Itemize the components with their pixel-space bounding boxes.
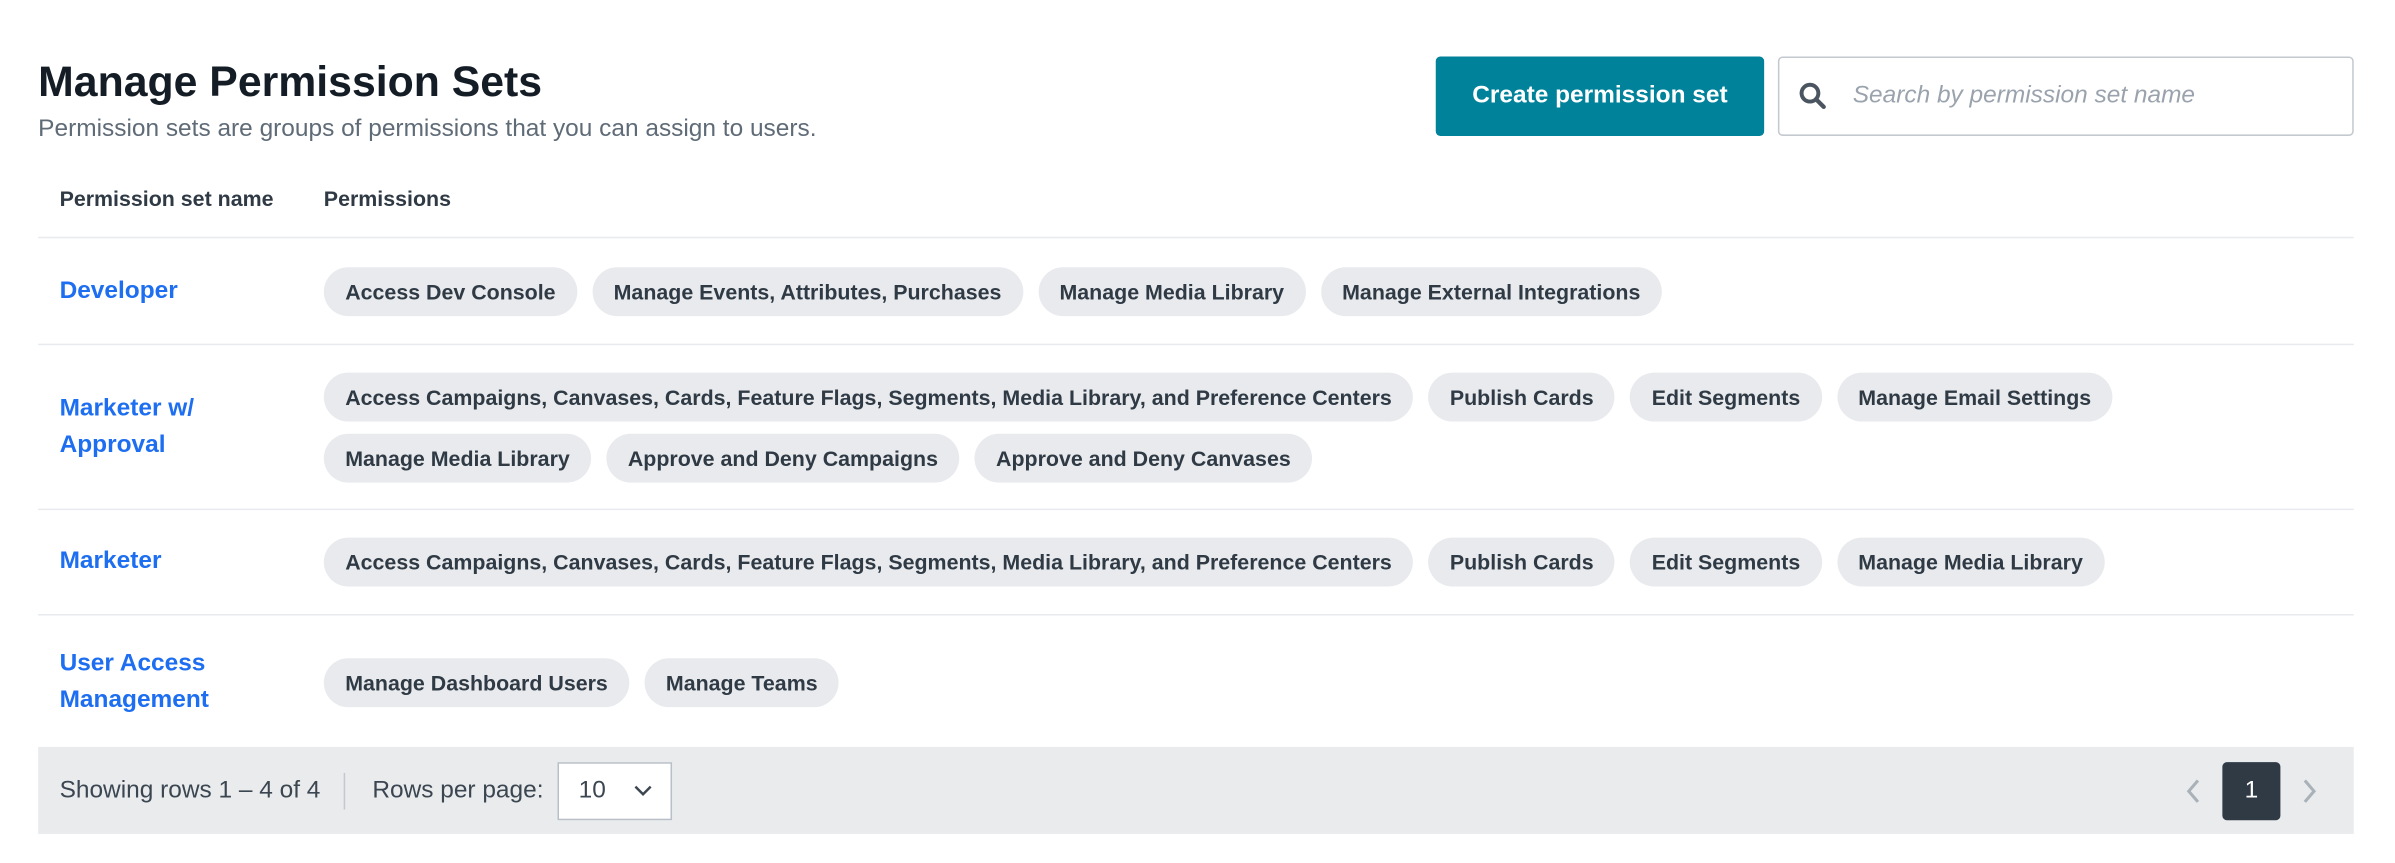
name-cell: User Access Management bbox=[38, 645, 324, 718]
search-input[interactable] bbox=[1849, 80, 2315, 112]
permission-set-link[interactable]: User Access Management bbox=[60, 645, 243, 718]
permission-chip: Approve and Deny Campaigns bbox=[606, 433, 960, 482]
permission-chip: Approve and Deny Canvases bbox=[974, 433, 1313, 482]
pagination: 1 bbox=[2186, 761, 2317, 820]
permission-chip: Edit Segments bbox=[1630, 371, 1822, 421]
page-subtitle: Permission sets are groups of permission… bbox=[38, 116, 817, 143]
permission-set-link[interactable]: Marketer w/ Approval bbox=[60, 390, 243, 463]
chevron-down-icon bbox=[633, 784, 651, 796]
rows-per-page-value: 10 bbox=[578, 776, 606, 803]
permission-chip: Publish Cards bbox=[1428, 537, 1616, 587]
create-permission-set-button[interactable]: Create permission set bbox=[1435, 56, 1765, 136]
permission-chip: Manage Media Library bbox=[323, 433, 592, 482]
permissions-cell: Manage Dashboard Users Manage Teams bbox=[323, 657, 839, 707]
name-cell: Marketer bbox=[38, 544, 324, 581]
table-row: Marketer Access Campaigns, Canvases, Card… bbox=[38, 510, 2354, 616]
permission-chip: Manage Media Library bbox=[1038, 266, 1306, 316]
page-button-1[interactable]: 1 bbox=[2222, 761, 2281, 820]
permission-chip: Access Dev Console bbox=[323, 266, 577, 316]
page-title: Manage Permission Sets bbox=[38, 58, 543, 106]
permission-chip: Manage Teams bbox=[644, 657, 839, 707]
name-cell: Marketer w/ Approval bbox=[38, 390, 324, 463]
permission-sets-table: Permission set name Permissions Develope… bbox=[38, 159, 2354, 749]
permission-chip: Manage Dashboard Users bbox=[323, 657, 630, 707]
permission-chip: Edit Segments bbox=[1630, 537, 1822, 587]
search-icon bbox=[1799, 82, 1826, 110]
permission-chip: Access Campaigns, Canvases, Cards, Featu… bbox=[323, 537, 1414, 587]
permissions-cell: Access Campaigns, Canvases, Cards, Featu… bbox=[323, 371, 2354, 482]
permissions-cell: Access Dev Console Manage Events, Attribu… bbox=[323, 266, 1662, 316]
permission-chip: Access Campaigns, Canvases, Cards, Featu… bbox=[323, 371, 1414, 421]
permission-chip: Manage Media Library bbox=[1836, 537, 2105, 587]
permission-sets-page: Manage Permission Sets Permission sets a… bbox=[0, 0, 2395, 863]
permission-chip: Manage External Integrations bbox=[1320, 266, 1662, 316]
rows-per-page-select[interactable]: 10 bbox=[557, 761, 672, 820]
table-row: User Access Management Manage Dashboard U… bbox=[38, 616, 2354, 749]
rows-count: Showing rows 1 – 4 of 4 bbox=[59, 776, 321, 803]
permission-set-link[interactable]: Marketer bbox=[60, 544, 243, 581]
column-header-name: Permission set name bbox=[59, 185, 274, 211]
column-header-permissions: Permissions bbox=[323, 185, 451, 211]
permission-chip: Manage Events, Attributes, Purchases bbox=[592, 266, 1023, 316]
permission-chip: Manage Email Settings bbox=[1836, 371, 2113, 421]
search-box bbox=[1777, 56, 2354, 136]
table-row: Developer Access Dev Console Manage Events… bbox=[38, 238, 2354, 346]
rows-per-page-label: Rows per page: bbox=[372, 776, 544, 803]
chevron-right-icon[interactable] bbox=[2302, 777, 2317, 804]
table-row: Marketer w/ Approval Access Campaigns, Ca… bbox=[38, 345, 2354, 511]
table-header: Permission set name Permissions bbox=[38, 159, 2354, 239]
table-footer: Showing rows 1 – 4 of 4 Rows per page: 1… bbox=[38, 746, 2354, 834]
chevron-left-icon[interactable] bbox=[2186, 777, 2201, 804]
permission-set-link[interactable]: Developer bbox=[60, 273, 243, 310]
name-cell: Developer bbox=[38, 273, 324, 310]
permission-chip: Publish Cards bbox=[1428, 371, 1616, 421]
permissions-cell: Access Campaigns, Canvases, Cards, Featu… bbox=[323, 537, 2105, 587]
divider bbox=[343, 772, 345, 809]
